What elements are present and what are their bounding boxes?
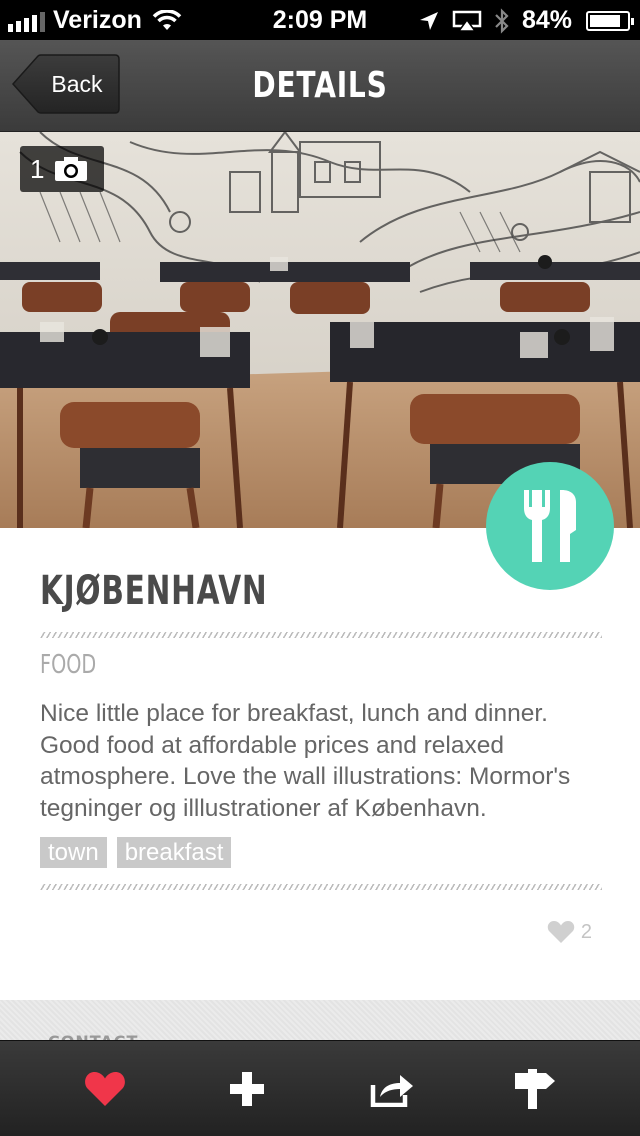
place-description: Nice little place for breakfast, lunch a… <box>40 700 571 822</box>
signpost-icon <box>515 1069 555 1109</box>
fork-knife-icon <box>524 490 576 562</box>
heart-icon <box>85 1072 125 1106</box>
like-count-value: 2 <box>580 920 592 943</box>
place-details-card: KJØBENHAVN FOOD Nice little place for br… <box>0 528 640 1000</box>
share-icon <box>370 1075 413 1107</box>
battery-percent: 84% <box>521 6 572 34</box>
navigation-bar: DETAILS Back <box>0 40 640 132</box>
status-bar: Verizon 2:09 PM 84% <box>0 0 640 40</box>
airplay-icon <box>452 10 482 32</box>
tag-chip[interactable]: town <box>40 837 107 868</box>
page-title: DETAILS <box>252 65 388 106</box>
directions-button[interactable] <box>455 1041 615 1136</box>
bluetooth-icon <box>495 7 509 34</box>
location-icon <box>419 11 438 30</box>
add-button[interactable] <box>167 1041 327 1136</box>
back-button[interactable]: Back <box>12 54 120 114</box>
heart-icon <box>547 921 575 943</box>
photo-count: 1 <box>30 153 45 184</box>
bottom-toolbar <box>0 1040 640 1136</box>
food-category-badge <box>486 462 614 590</box>
photo-count-badge[interactable]: 1 <box>20 146 104 192</box>
battery-icon <box>586 10 634 31</box>
tag-chip[interactable]: breakfast <box>116 837 232 868</box>
plus-icon <box>230 1072 264 1106</box>
contact-section: CONTACT <box>0 1000 640 1051</box>
like-button[interactable] <box>25 1041 185 1136</box>
like-count[interactable]: 2 <box>547 920 592 944</box>
camera-icon <box>55 157 88 181</box>
place-title: KJØBENHAVN <box>40 568 268 614</box>
tag-list: town breakfast <box>40 837 232 868</box>
share-button[interactable] <box>312 1041 472 1136</box>
divider <box>40 884 602 890</box>
back-button-label: Back <box>51 71 103 97</box>
place-category: FOOD <box>40 650 97 680</box>
divider <box>40 632 602 638</box>
